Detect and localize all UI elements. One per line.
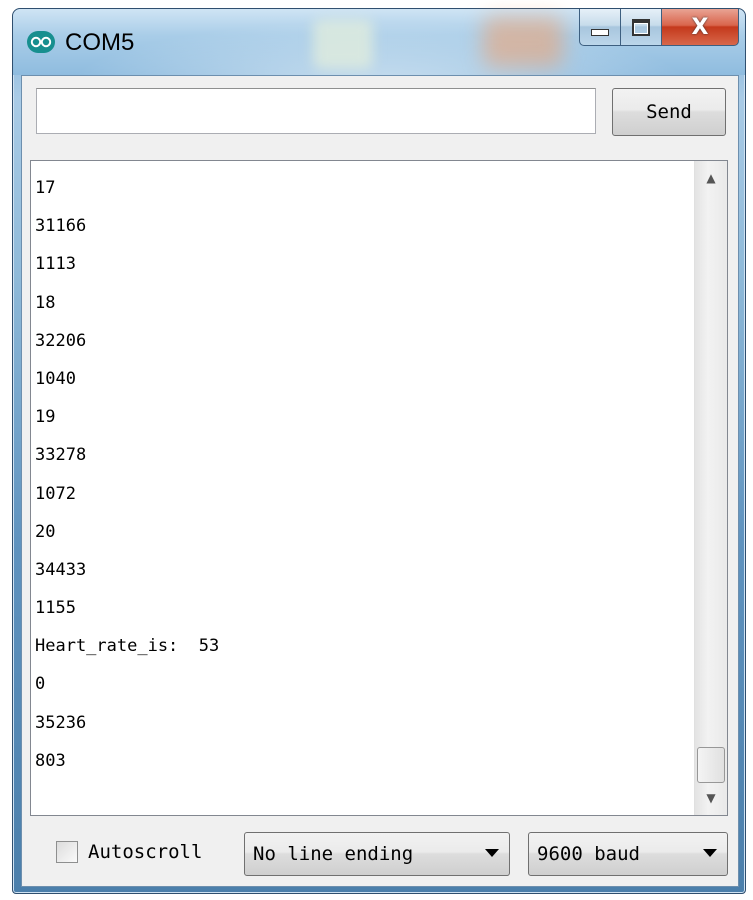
window-title: COM5 xyxy=(65,29,135,56)
serial-monitor-window: COM5 X Send 17 31166 1113 18 32206 1040 19 3327… xyxy=(12,8,746,894)
scroll-down-icon[interactable]: ▼ xyxy=(695,781,727,815)
maximize-icon xyxy=(632,18,650,36)
output-line: 1072 xyxy=(35,483,76,504)
minimize-button[interactable] xyxy=(579,9,621,46)
baud-rate-select[interactable]: 9600 baud xyxy=(528,832,728,876)
output-line: 32206 xyxy=(35,330,87,351)
output-line: 19 xyxy=(35,407,56,428)
autoscroll-toggle[interactable]: Autoscroll xyxy=(56,832,202,872)
title-background-blur xyxy=(313,19,373,69)
output-lines: 17 31166 1113 18 32206 1040 19 33278 1072 20 34433… xyxy=(35,169,691,780)
line-ending-select[interactable]: No line ending xyxy=(244,832,510,876)
line-ending-value: No line ending xyxy=(253,843,414,865)
output-line: 34433 xyxy=(35,559,87,580)
chevron-down-icon xyxy=(485,849,499,857)
output-line: 17 xyxy=(35,178,56,198)
scroll-thumb[interactable] xyxy=(697,747,725,783)
title-bar[interactable]: COM5 X xyxy=(13,9,745,75)
output-line: 31166 xyxy=(35,216,87,237)
output-line: 20 xyxy=(35,521,56,542)
bottom-bar: Autoscroll No line ending 9600 baud xyxy=(22,822,738,886)
output-line: 803 xyxy=(35,750,66,771)
title-background-blur xyxy=(483,17,563,67)
baud-rate-value: 9600 baud xyxy=(537,843,640,865)
output-line: 1155 xyxy=(35,598,76,619)
arduino-icon xyxy=(27,31,55,53)
send-input[interactable] xyxy=(36,88,596,134)
close-button[interactable]: X xyxy=(662,9,739,46)
output-line: 1113 xyxy=(35,254,76,275)
output-line: 0 xyxy=(35,674,46,695)
autoscroll-label: Autoscroll xyxy=(88,841,203,863)
caption-buttons: X xyxy=(579,9,739,49)
chevron-down-icon xyxy=(703,849,717,857)
close-icon: X xyxy=(691,14,709,40)
autoscroll-checkbox[interactable] xyxy=(56,841,78,863)
output-line: 18 xyxy=(35,292,56,313)
scroll-up-icon[interactable]: ▲ xyxy=(695,161,727,195)
maximize-button[interactable] xyxy=(621,9,662,46)
send-row: Send xyxy=(22,76,738,160)
output-line: 35236 xyxy=(35,712,87,733)
output-line: Heart_rate_is: 53 xyxy=(35,636,220,657)
output-line: 1040 xyxy=(35,368,76,389)
serial-output[interactable]: 17 31166 1113 18 32206 1040 19 33278 1072 20 34433… xyxy=(30,160,728,816)
minimize-icon xyxy=(591,28,609,36)
send-button[interactable]: Send xyxy=(612,88,726,136)
vertical-scrollbar[interactable]: ▲ ▼ xyxy=(694,161,727,815)
client-area: Send 17 31166 1113 18 32206 1040 19 33278 1072 20… xyxy=(21,75,739,887)
output-line: 33278 xyxy=(35,445,87,466)
